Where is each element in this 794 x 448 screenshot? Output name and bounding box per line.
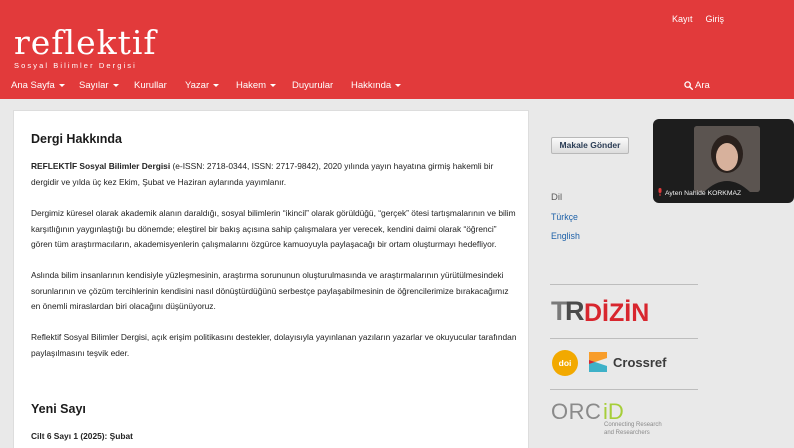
- current-issue-heading: Yeni Sayı: [31, 402, 86, 416]
- microphone-muted-icon: [658, 188, 662, 196]
- nav-issues[interactable]: Sayılar: [79, 80, 119, 91]
- doi-badge-icon[interactable]: doi: [552, 350, 578, 376]
- language-heading: Dil: [551, 192, 563, 203]
- about-paragraph-2: Dergimiz küresel olarak akademik alanın …: [31, 208, 516, 250]
- nav-label: Hakkında: [351, 80, 392, 91]
- site-header: Kayıt Giriş reflektif Sosyal Bilimler De…: [0, 0, 794, 99]
- nav-label: Duyurular: [292, 80, 334, 91]
- participant-name: Ayten Nahide KORKMAZ: [665, 190, 742, 197]
- logo-wordmark: reflektif: [14, 23, 157, 62]
- about-heading: Dergi Hakkında: [31, 132, 123, 146]
- crossref-icon[interactable]: [587, 350, 609, 374]
- caret-down-icon: [270, 83, 277, 87]
- nav-boards[interactable]: Kurullar: [134, 80, 167, 91]
- search-link[interactable]: Ara: [684, 80, 710, 91]
- crossref-wordmark: Crossref: [613, 355, 667, 370]
- main-nav: Ana Sayfa Sayılar Kurullar Yazar Hakem D…: [0, 80, 794, 96]
- search-label: Ara: [695, 80, 710, 91]
- nav-label: Kurullar: [134, 80, 167, 91]
- nav-author[interactable]: Yazar: [185, 80, 220, 91]
- sidebar-divider: [550, 389, 698, 390]
- caret-down-icon: [112, 83, 119, 87]
- nav-about[interactable]: Hakkında: [351, 80, 402, 91]
- svg-text:R: R: [565, 296, 585, 326]
- orcid-tagline-line-2: and Researchers: [604, 429, 650, 436]
- about-paragraph-4: Reflektif Sosyal Bilimler Dergisi, açık …: [31, 332, 517, 358]
- submit-article-button[interactable]: Makale Gönder: [551, 137, 629, 154]
- sidebar-divider: [550, 284, 698, 285]
- participant-name-label: Ayten Nahide KORKMAZ: [657, 188, 790, 197]
- participant-video: [694, 126, 760, 192]
- caret-down-icon: [395, 83, 402, 87]
- user-links: Kayıt Giriş: [672, 14, 724, 24]
- orcid-icon[interactable]: ORC iD: [551, 397, 631, 423]
- nav-label: Ana Sayfa: [11, 80, 55, 91]
- video-call-overlay[interactable]: Ayten Nahide KORKMAZ: [653, 119, 794, 203]
- orcid-tagline-line-1: Connecting Research: [604, 422, 662, 428]
- svg-text:DİZİN: DİZİN: [584, 299, 649, 327]
- trdizin-logo[interactable]: T R DİZİN: [551, 293, 671, 327]
- language-link-english[interactable]: English: [551, 231, 580, 241]
- svg-text:ORC: ORC: [551, 399, 601, 423]
- about-paragraph-1: REFLEKTİF Sosyal Bilimler Dergisi (e-ISS…: [31, 159, 519, 190]
- nav-label: Hakem: [236, 80, 267, 91]
- orcid-tagline: Connecting Research and Researchers: [604, 422, 662, 437]
- journal-logo[interactable]: reflektif Sosyal Bilimler Dergisi: [14, 23, 157, 71]
- register-link[interactable]: Kayıt: [672, 14, 693, 24]
- language-link-turkish[interactable]: Türkçe: [551, 212, 578, 222]
- logo-subtitle: Sosyal Bilimler Dergisi: [14, 61, 137, 70]
- nav-home[interactable]: Ana Sayfa: [11, 80, 65, 91]
- sidebar-divider: [550, 338, 698, 339]
- nav-label: Sayılar: [79, 80, 109, 91]
- search-icon: [684, 81, 693, 90]
- caret-down-icon: [213, 83, 220, 87]
- journal-name-bold: REFLEKTİF Sosyal Bilimler Dergisi: [31, 161, 171, 171]
- nav-announcements[interactable]: Duyurular: [292, 80, 333, 91]
- svg-text:iD: iD: [603, 399, 624, 423]
- main-content: Dergi Hakkında REFLEKTİF Sosyal Bilimler…: [13, 110, 529, 448]
- participant-avatar: [694, 126, 760, 192]
- nav-reviewer[interactable]: Hakem: [236, 80, 277, 91]
- caret-down-icon: [58, 83, 65, 87]
- about-paragraph-3: Aslında bilim insanlarının kendisiyle yü…: [31, 270, 509, 312]
- nav-label: Yazar: [185, 80, 210, 91]
- current-issue-title[interactable]: Cilt 6 Sayı 1 (2025): Şubat: [31, 431, 133, 441]
- login-link[interactable]: Giriş: [706, 14, 725, 24]
